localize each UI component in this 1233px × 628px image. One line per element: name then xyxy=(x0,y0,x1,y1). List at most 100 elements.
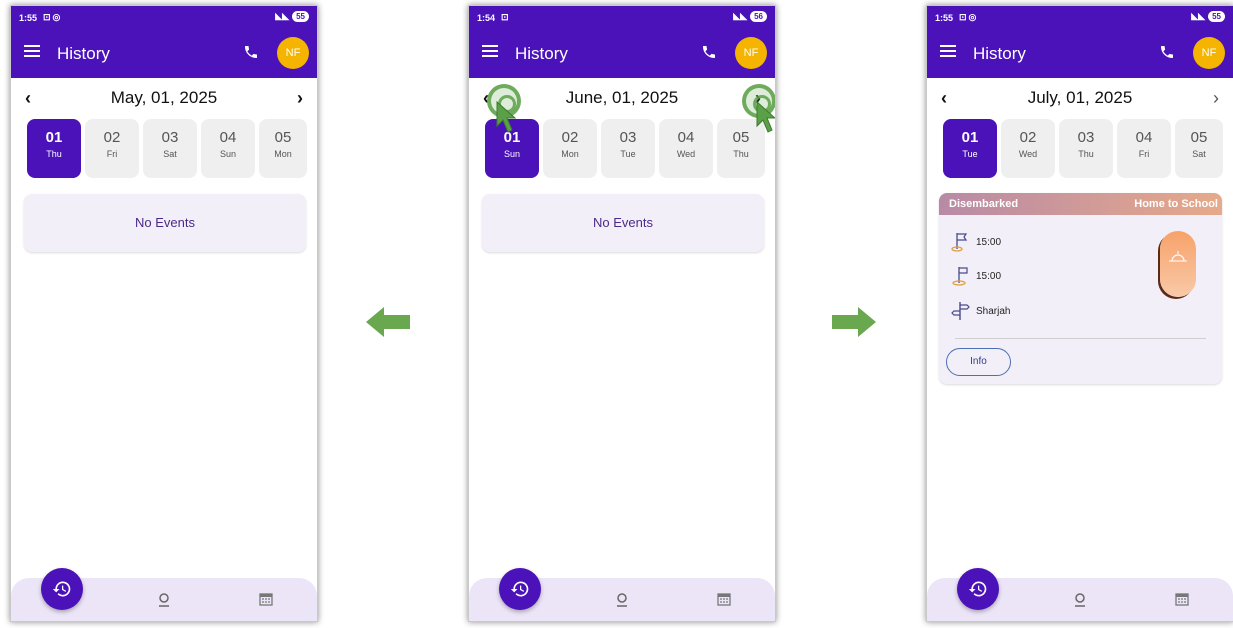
day-chip[interactable]: 02 Wed xyxy=(1001,119,1055,178)
day-weekday: Thu xyxy=(733,149,749,159)
sunrise-icon xyxy=(1169,251,1187,262)
event-start-time: 15:00 xyxy=(976,236,1002,248)
phone-screen-june: 1:54 ⊡ ◣◣ 56 History NF ‹ June, 01, 2025… xyxy=(468,5,776,622)
notification-icons: ⊡◎ xyxy=(959,12,979,22)
battery-badge: 55 xyxy=(292,11,309,22)
date-navigator: ‹ May, 01, 2025 › xyxy=(11,84,317,112)
signal-icon: ◣◣ xyxy=(275,11,290,21)
day-chip[interactable]: 03 Sat xyxy=(143,119,197,178)
signal-icon: ◣◣ xyxy=(733,11,748,21)
status-time: 1:55 xyxy=(19,13,38,23)
app-bar: History NF xyxy=(927,28,1233,78)
history-button[interactable] xyxy=(499,568,541,610)
time-of-day-indicator xyxy=(1160,231,1196,297)
day-weekday: Mon xyxy=(274,149,292,159)
battery-badge: 56 xyxy=(750,11,767,22)
calendar-icon[interactable] xyxy=(1175,592,1189,606)
phone-icon[interactable] xyxy=(701,44,717,60)
phone-icon[interactable] xyxy=(1159,44,1175,60)
avatar[interactable]: NF xyxy=(277,37,309,69)
location-pin-icon[interactable] xyxy=(1073,592,1087,608)
status-bar: 1:54 ⊡ ◣◣ 56 xyxy=(469,6,775,28)
day-strip: 01 Sun 02 Mon 03 Tue 04 Wed 05 Thu xyxy=(485,119,765,178)
day-chip[interactable]: 03 Thu xyxy=(1059,119,1113,178)
day-chip[interactable]: 05 Mon xyxy=(259,119,307,178)
system-icons: ◣◣ 56 xyxy=(733,11,767,22)
status-time: 1:55 xyxy=(935,13,954,23)
day-number: 01 xyxy=(45,129,63,146)
day-number: 01 xyxy=(961,129,979,146)
event-divider xyxy=(955,338,1206,339)
day-number: 05 xyxy=(274,129,292,146)
day-weekday: Wed xyxy=(676,149,696,159)
day-weekday: Thu xyxy=(1078,149,1094,159)
menu-icon[interactable] xyxy=(940,44,956,58)
event-location-row: Sharjah xyxy=(951,301,1010,321)
day-chip[interactable]: 04 Sun xyxy=(201,119,255,178)
day-number: 03 xyxy=(161,129,179,146)
day-number: 02 xyxy=(103,129,121,146)
day-strip: 01 Tue 02 Wed 03 Thu 04 Fri 05 Sat xyxy=(943,119,1223,178)
day-weekday: Wed xyxy=(1018,149,1038,159)
event-header: Disembarked Home to School xyxy=(939,193,1222,215)
no-events-card: No Events xyxy=(24,194,306,252)
day-chip[interactable]: 02 Mon xyxy=(543,119,597,178)
history-icon xyxy=(510,581,529,597)
day-chip[interactable]: 05 Sat xyxy=(1175,119,1223,178)
history-icon xyxy=(52,581,71,597)
cursor-pointer-icon xyxy=(756,100,775,133)
event-card[interactable]: Disembarked Home to School 15:00 15:00 S… xyxy=(939,193,1222,384)
day-number: 04 xyxy=(1135,129,1153,146)
day-number: 03 xyxy=(619,129,637,146)
menu-icon[interactable] xyxy=(24,44,40,58)
app-bar: History NF xyxy=(11,28,317,78)
day-chip-selected[interactable]: 01 Tue xyxy=(943,119,997,178)
menu-icon[interactable] xyxy=(482,44,498,58)
day-chip[interactable]: 04 Wed xyxy=(659,119,713,178)
day-chip[interactable]: 04 Fri xyxy=(1117,119,1171,178)
arrow-right-icon xyxy=(832,307,876,337)
day-chip-selected[interactable]: 01 Thu xyxy=(27,119,81,178)
calendar-icon[interactable] xyxy=(717,592,731,606)
page-title: History xyxy=(57,44,110,63)
calendar-icon[interactable] xyxy=(259,592,273,606)
day-weekday: Sun xyxy=(503,149,520,159)
no-events-card: No Events xyxy=(482,194,764,252)
info-button[interactable]: Info xyxy=(946,348,1011,376)
signal-icon: ◣◣ xyxy=(1191,11,1206,21)
day-weekday: Mon xyxy=(561,149,579,159)
signpost-icon xyxy=(951,302,970,320)
chevron-right-icon[interactable]: › xyxy=(297,88,303,109)
page-title: History xyxy=(973,44,1026,63)
chevron-right-icon[interactable]: › xyxy=(1213,88,1219,109)
day-strip: 01 Thu 02 Fri 03 Sat 04 Sun 05 Mon xyxy=(27,119,307,178)
page-title: History xyxy=(515,44,568,63)
day-number: 05 xyxy=(1190,129,1208,146)
location-pin-icon[interactable] xyxy=(157,592,171,608)
history-button[interactable] xyxy=(41,568,83,610)
day-weekday: Sun xyxy=(219,149,236,159)
battery-badge: 55 xyxy=(1208,11,1225,22)
bottom-nav xyxy=(469,568,775,621)
avatar[interactable]: NF xyxy=(735,37,767,69)
event-start-row: 15:00 xyxy=(951,231,1001,253)
history-icon xyxy=(968,581,987,597)
history-button[interactable] xyxy=(957,568,999,610)
arrow-left-icon xyxy=(366,307,410,337)
event-end-row: 15:00 xyxy=(951,265,1001,287)
location-pin-icon[interactable] xyxy=(615,592,629,608)
end-flag-icon xyxy=(952,267,968,286)
phone-icon[interactable] xyxy=(243,44,259,60)
day-chip[interactable]: 02 Fri xyxy=(85,119,139,178)
day-chip[interactable]: 03 Tue xyxy=(601,119,655,178)
phone-screen-may: 1:55 ⊡◎ ◣◣ 55 History NF ‹ May, 01, 2025… xyxy=(10,5,318,622)
date-navigator: ‹ July, 01, 2025 › xyxy=(927,84,1233,112)
status-time: 1:54 xyxy=(477,13,496,23)
avatar[interactable]: NF xyxy=(1193,37,1225,69)
selected-date: July, 01, 2025 xyxy=(1027,88,1133,107)
day-weekday: Tue xyxy=(620,149,636,159)
day-number: 04 xyxy=(219,129,237,146)
event-route: Home to School xyxy=(1134,198,1218,210)
selected-date: May, 01, 2025 xyxy=(110,88,218,107)
day-weekday: Sat xyxy=(1192,149,1206,159)
